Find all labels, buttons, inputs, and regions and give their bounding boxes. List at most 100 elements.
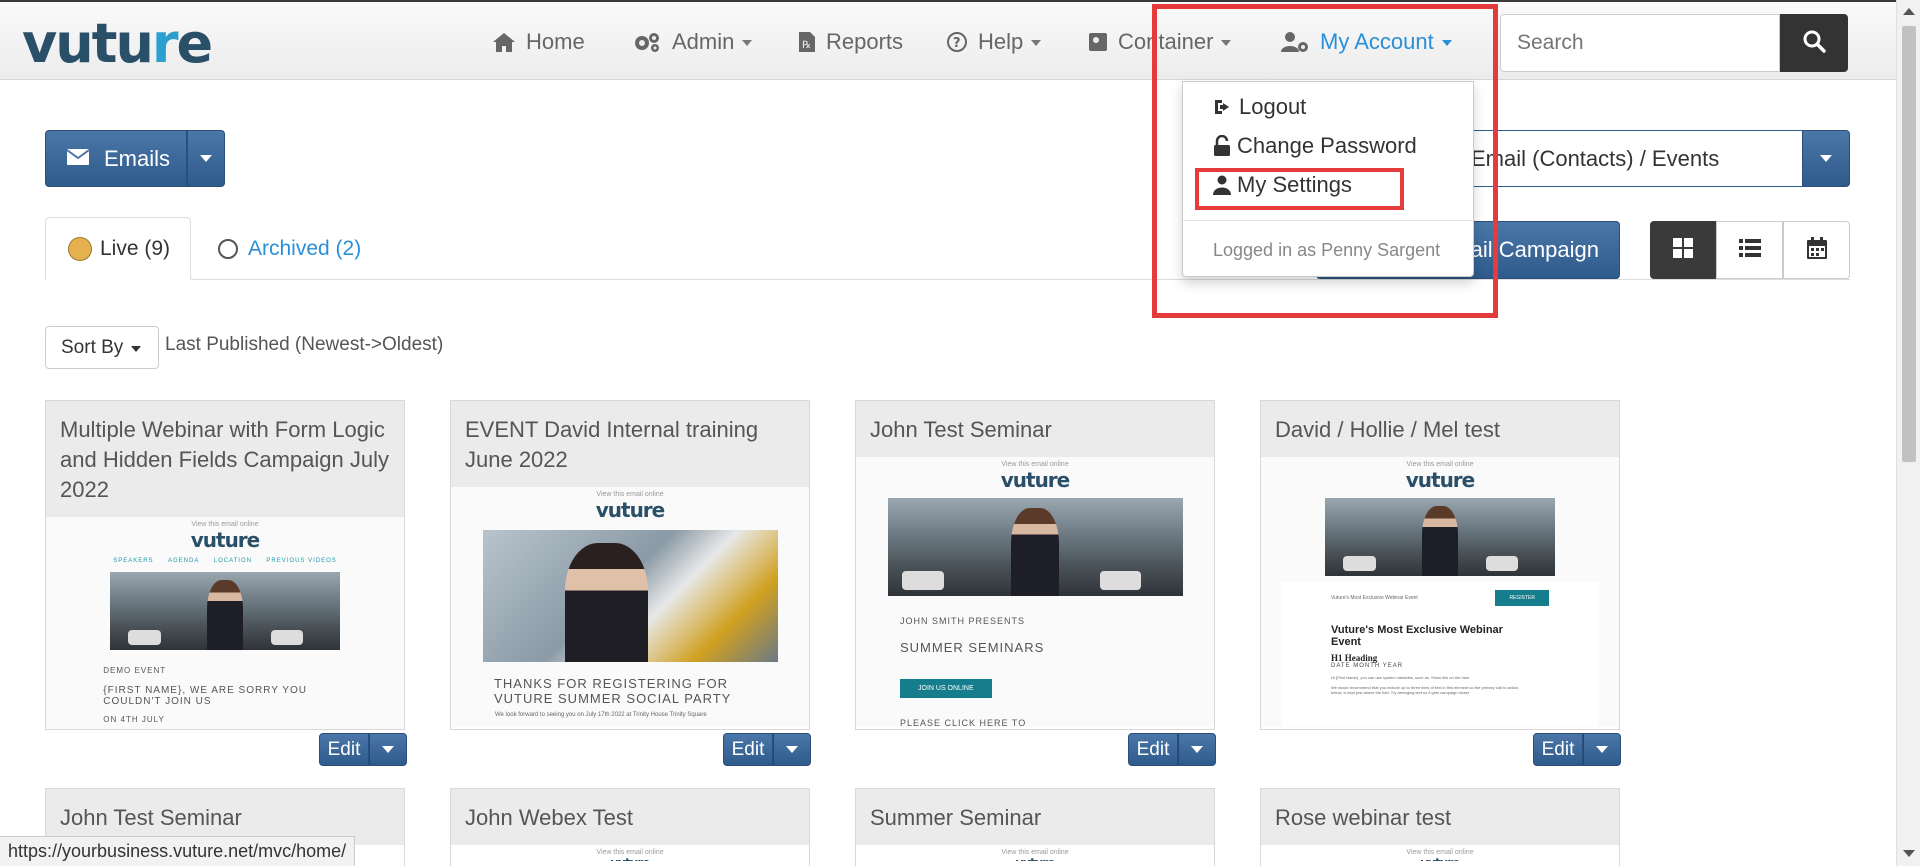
- highlight-box-my-account: [1152, 4, 1498, 318]
- vertical-scrollbar[interactable]: [1896, 0, 1920, 866]
- thumb-nav-item: AGENDA: [167, 558, 200, 564]
- thumb-text: Vuture's Most Exclusive Webinar Event: [1331, 595, 1418, 601]
- campaign-card-title[interactable]: John Webex Test: [451, 789, 809, 845]
- thumb-photo: [1325, 498, 1555, 576]
- thumb-view-online: View this email online: [191, 521, 259, 528]
- tab-archived-label: Archived (2): [248, 236, 362, 260]
- edit-dropdown-toggle[interactable]: [1583, 733, 1621, 766]
- scroll-thumb[interactable]: [1902, 26, 1916, 462]
- campaign-card-title[interactable]: Summer Seminar: [856, 789, 1214, 845]
- campaign-card[interactable]: Multiple Webinar with Form Logic and Hid…: [45, 400, 405, 730]
- edit-dropdown-toggle[interactable]: [369, 733, 407, 766]
- edit-button-group[interactable]: Edit: [1533, 733, 1621, 766]
- campaign-thumbnail[interactable]: View this email onlinevuture: [856, 845, 1214, 861]
- thumb-view-online: View this email online: [596, 491, 664, 498]
- thumb-cta-button: REGISTER: [1495, 590, 1549, 606]
- container-icon: [1088, 32, 1108, 52]
- highlight-box-my-settings: [1195, 168, 1404, 210]
- thumb-logo: vuture: [451, 856, 809, 861]
- edit-button-group[interactable]: Edit: [1128, 733, 1216, 766]
- edit-button[interactable]: Edit: [1533, 733, 1583, 766]
- emails-dropdown-toggle[interactable]: [187, 130, 225, 187]
- nav-home[interactable]: Home: [492, 2, 585, 82]
- edit-dropdown-toggle[interactable]: [773, 733, 811, 766]
- thumb-photo: [887, 498, 1183, 596]
- grid-icon: [1673, 237, 1693, 263]
- home-icon: [492, 31, 516, 53]
- nav-admin[interactable]: Admin: [632, 2, 753, 82]
- calendar-icon: [1806, 236, 1827, 264]
- chevron-down-icon: [382, 746, 394, 753]
- nav-admin-label: Admin: [672, 29, 735, 54]
- campaign-card-title[interactable]: John Test Seminar: [856, 401, 1214, 457]
- thumb-view-online: View this email online: [596, 849, 664, 856]
- campaign-card-title[interactable]: EVENT David Internal training June 2022: [451, 401, 809, 487]
- edit-button-group[interactable]: Edit: [319, 733, 407, 766]
- thumb-body: Vuture's Most Exclusive Webinar Event H1…: [1281, 614, 1599, 726]
- emails-button-label: Emails: [104, 145, 171, 171]
- emails-button[interactable]: Emails: [45, 130, 187, 187]
- chevron-down-icon: [742, 40, 753, 46]
- edit-dropdown-toggle[interactable]: [1178, 733, 1216, 766]
- campaign-thumbnail[interactable]: View this email online vuture THANKS FOR…: [451, 487, 809, 727]
- campaign-thumbnail[interactable]: View this email online vuture SPEAKERS AG…: [46, 517, 404, 729]
- tab-archived[interactable]: Archived (2): [218, 217, 361, 280]
- scroll-down-arrow-icon[interactable]: [1903, 850, 1915, 857]
- campaign-card[interactable]: John Test Seminar View this email online…: [855, 400, 1215, 730]
- campaign-thumbnail[interactable]: View this email onlinevuture: [451, 845, 809, 861]
- thumb-logo: vuture: [1405, 468, 1476, 492]
- top-navbar: vuture Home Admin ℞ Reports ? Help Conta…: [0, 0, 1920, 80]
- thumb-logo: vuture: [856, 856, 1214, 861]
- svg-text:?: ?: [953, 36, 961, 51]
- thumb-text: ON 4TH JULY: [103, 715, 165, 724]
- nav-home-label: Home: [526, 29, 585, 54]
- vuture-logo[interactable]: vuture: [22, 12, 213, 75]
- nav-help-label: Help: [978, 29, 1024, 54]
- thumb-nav: SPEAKERS AGENDA LOCATION PREVIOUS VIDEOS: [106, 558, 344, 564]
- thumb-text: Vuture's Most Exclusive Webinar Event: [1331, 624, 1503, 648]
- help-circle-icon: ?: [946, 31, 968, 53]
- campaign-card-title[interactable]: Multiple Webinar with Form Logic and Hid…: [46, 401, 404, 517]
- thumb-event-row: Vuture's Most Exclusive Webinar Event RE…: [1281, 582, 1599, 614]
- grid-view-button[interactable]: [1650, 221, 1716, 279]
- campaign-card-title[interactable]: David / Hollie / Mel test: [1261, 401, 1619, 457]
- tab-live[interactable]: Live (9): [45, 217, 191, 280]
- thumb-view-online: View this email online: [1406, 461, 1474, 468]
- thumb-text: PLEASE CLICK HERE TO: [900, 718, 1027, 727]
- list-view-button[interactable]: [1716, 221, 1783, 279]
- thumb-nav-item: PREVIOUS VIDEOS: [266, 558, 337, 564]
- campaign-card[interactable]: David / Hollie / Mel test View this emai…: [1260, 400, 1620, 730]
- search-button[interactable]: [1780, 14, 1848, 72]
- campaign-thumbnail[interactable]: View this email online vuture JOHN SMITH…: [856, 457, 1214, 727]
- thumb-cta-button: JOIN US ONLINE: [900, 679, 992, 698]
- campaign-card[interactable]: Summer Seminar View this email onlinevut…: [855, 788, 1215, 866]
- thumb-logo: vuture: [190, 528, 261, 552]
- campaign-thumbnail[interactable]: View this email online vuture Vuture's M…: [1261, 457, 1619, 727]
- edit-button[interactable]: Edit: [1128, 733, 1178, 766]
- nav-help[interactable]: ? Help: [946, 2, 1042, 82]
- thumb-text: Hi {First Name}, you can use system vari…: [1331, 675, 1470, 680]
- edit-button[interactable]: Edit: [319, 733, 369, 766]
- campaign-card[interactable]: Rose webinar test View this email online…: [1260, 788, 1620, 866]
- campaign-card-title[interactable]: Rose webinar test: [1261, 789, 1619, 845]
- tab-live-label: Live (9): [100, 236, 171, 260]
- campaign-card[interactable]: John Webex Test View this email onlinevu…: [450, 788, 810, 866]
- search-input[interactable]: [1500, 14, 1780, 72]
- campaign-type-dropdown-toggle[interactable]: [1802, 130, 1850, 187]
- chevron-down-icon: [786, 746, 798, 753]
- thumb-text: {FIRST NAME}, WE ARE SORRY YOU COULDN'T …: [103, 685, 308, 707]
- edit-button-group[interactable]: Edit: [723, 733, 811, 766]
- chevron-down-icon: [1596, 746, 1608, 753]
- calendar-view-button[interactable]: [1783, 221, 1850, 279]
- edit-button[interactable]: Edit: [723, 733, 773, 766]
- report-file-icon: ℞: [798, 31, 816, 53]
- campaign-card[interactable]: EVENT David Internal training June 2022 …: [450, 400, 810, 730]
- chevron-down-icon: [1820, 155, 1832, 162]
- thumb-text: SUMMER SEMINARS: [900, 640, 1045, 655]
- campaign-thumbnail[interactable]: View this email onlinevuture: [1261, 845, 1619, 861]
- scroll-up-arrow-icon[interactable]: [1903, 8, 1915, 15]
- svg-text:℞: ℞: [802, 40, 811, 51]
- thumb-nav-item: LOCATION: [213, 558, 252, 564]
- nav-reports[interactable]: ℞ Reports: [798, 2, 903, 82]
- sort-by-button[interactable]: Sort By: [45, 326, 159, 369]
